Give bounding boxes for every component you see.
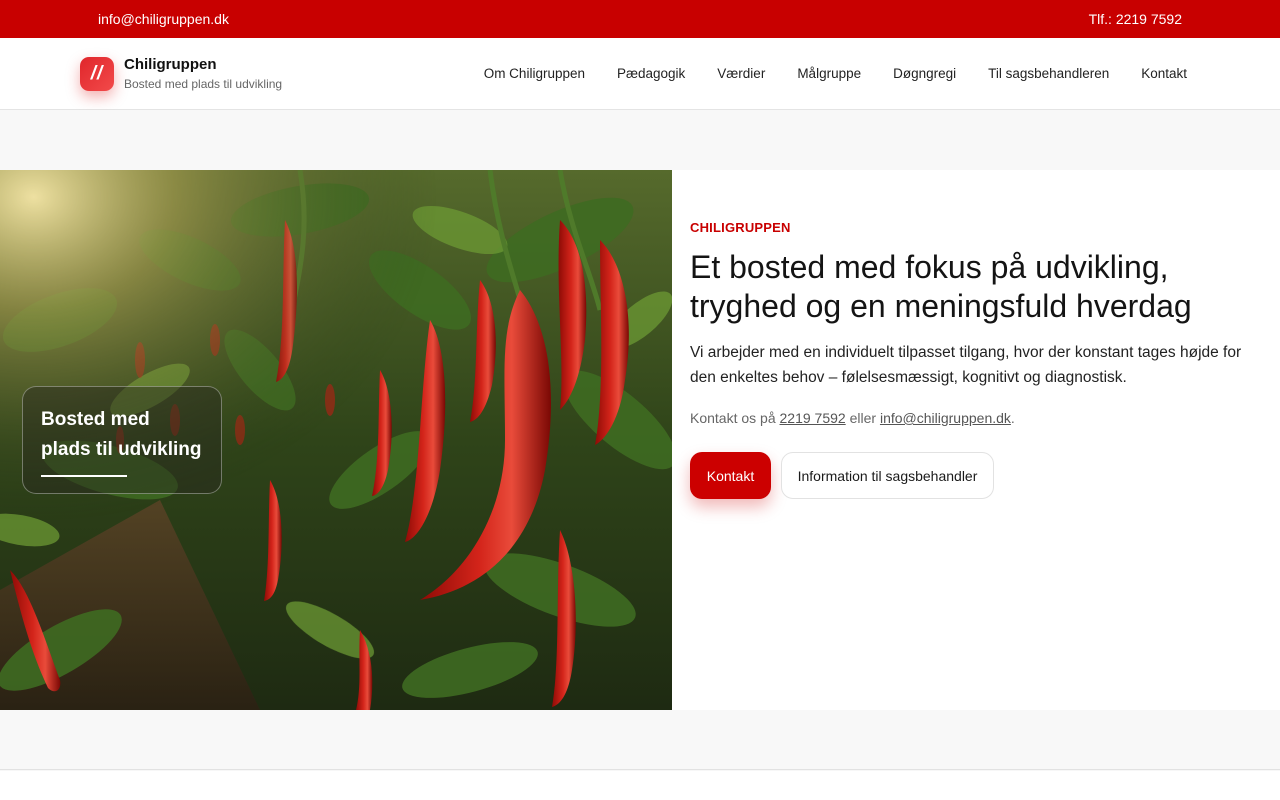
nav-item-maalgruppe[interactable]: Målgruppe bbox=[797, 66, 861, 81]
nav-item-kontakt[interactable]: Kontakt bbox=[1141, 66, 1187, 81]
sagsbehandler-info-button[interactable]: Information til sagsbehandler bbox=[781, 452, 994, 499]
contact-prefix: Kontakt os på bbox=[690, 410, 776, 426]
kontakt-button[interactable]: Kontakt bbox=[690, 452, 771, 499]
contact-suffix: . bbox=[1010, 410, 1015, 426]
nav-item-paedagogik[interactable]: Pædagogik bbox=[617, 66, 685, 81]
hero-text-panel: CHILIGRUPPEN Et bosted med fokus på udvi… bbox=[672, 170, 1280, 710]
hero-title: Et bosted med fokus på udvikling, tryghe… bbox=[690, 249, 1192, 324]
brand-tagline: Bosted med plads til udvikling bbox=[124, 77, 283, 91]
topbar-email[interactable]: info@chiligruppen.dk bbox=[98, 11, 229, 27]
hero-caption-card: Bosted med plads til udvikling bbox=[22, 386, 222, 494]
logo-icon[interactable]: // bbox=[80, 57, 114, 91]
nav-item-til-sagsbehandleren[interactable]: Til sagsbehandleren bbox=[988, 66, 1109, 81]
brand-name[interactable]: Chiligruppen bbox=[124, 56, 217, 73]
top-contact-bar: info@chiligruppen.dk Tlf.: 2219 7592 bbox=[0, 0, 1280, 38]
page-footer-area bbox=[0, 771, 1280, 800]
contact-email-link[interactable]: info@chiligruppen.dk bbox=[880, 410, 1011, 426]
nav-item-om-chiligruppen[interactable]: Om Chiligruppen bbox=[484, 66, 585, 81]
caption-underline bbox=[41, 475, 127, 477]
section-spacer-bottom bbox=[0, 710, 1280, 770]
hero-contact-line: Kontakt os på 2219 7592 eller info@chili… bbox=[690, 410, 1015, 426]
hero-lead: Vi arbejder med en individuelt tilpasset… bbox=[690, 344, 1242, 386]
contact-phone-link[interactable]: 2219 7592 bbox=[780, 410, 846, 426]
hero-eyebrow: CHILIGRUPPEN bbox=[690, 220, 791, 235]
nav-item-doegngregi[interactable]: Døgngregi bbox=[893, 66, 956, 81]
section-spacer-top bbox=[0, 110, 1280, 170]
hero-caption-text: Bosted med plads til udvikling bbox=[41, 409, 202, 460]
nav-item-vaerdier[interactable]: Værdier bbox=[717, 66, 765, 81]
site-header: // Chiligruppen Bosted med plads til udv… bbox=[0, 38, 1280, 110]
topbar-phone[interactable]: Tlf.: 2219 7592 bbox=[1089, 11, 1182, 27]
main-nav: Om Chiligruppen Pædagogik Værdier Målgru… bbox=[484, 66, 1187, 81]
contact-mid: eller bbox=[849, 410, 877, 426]
